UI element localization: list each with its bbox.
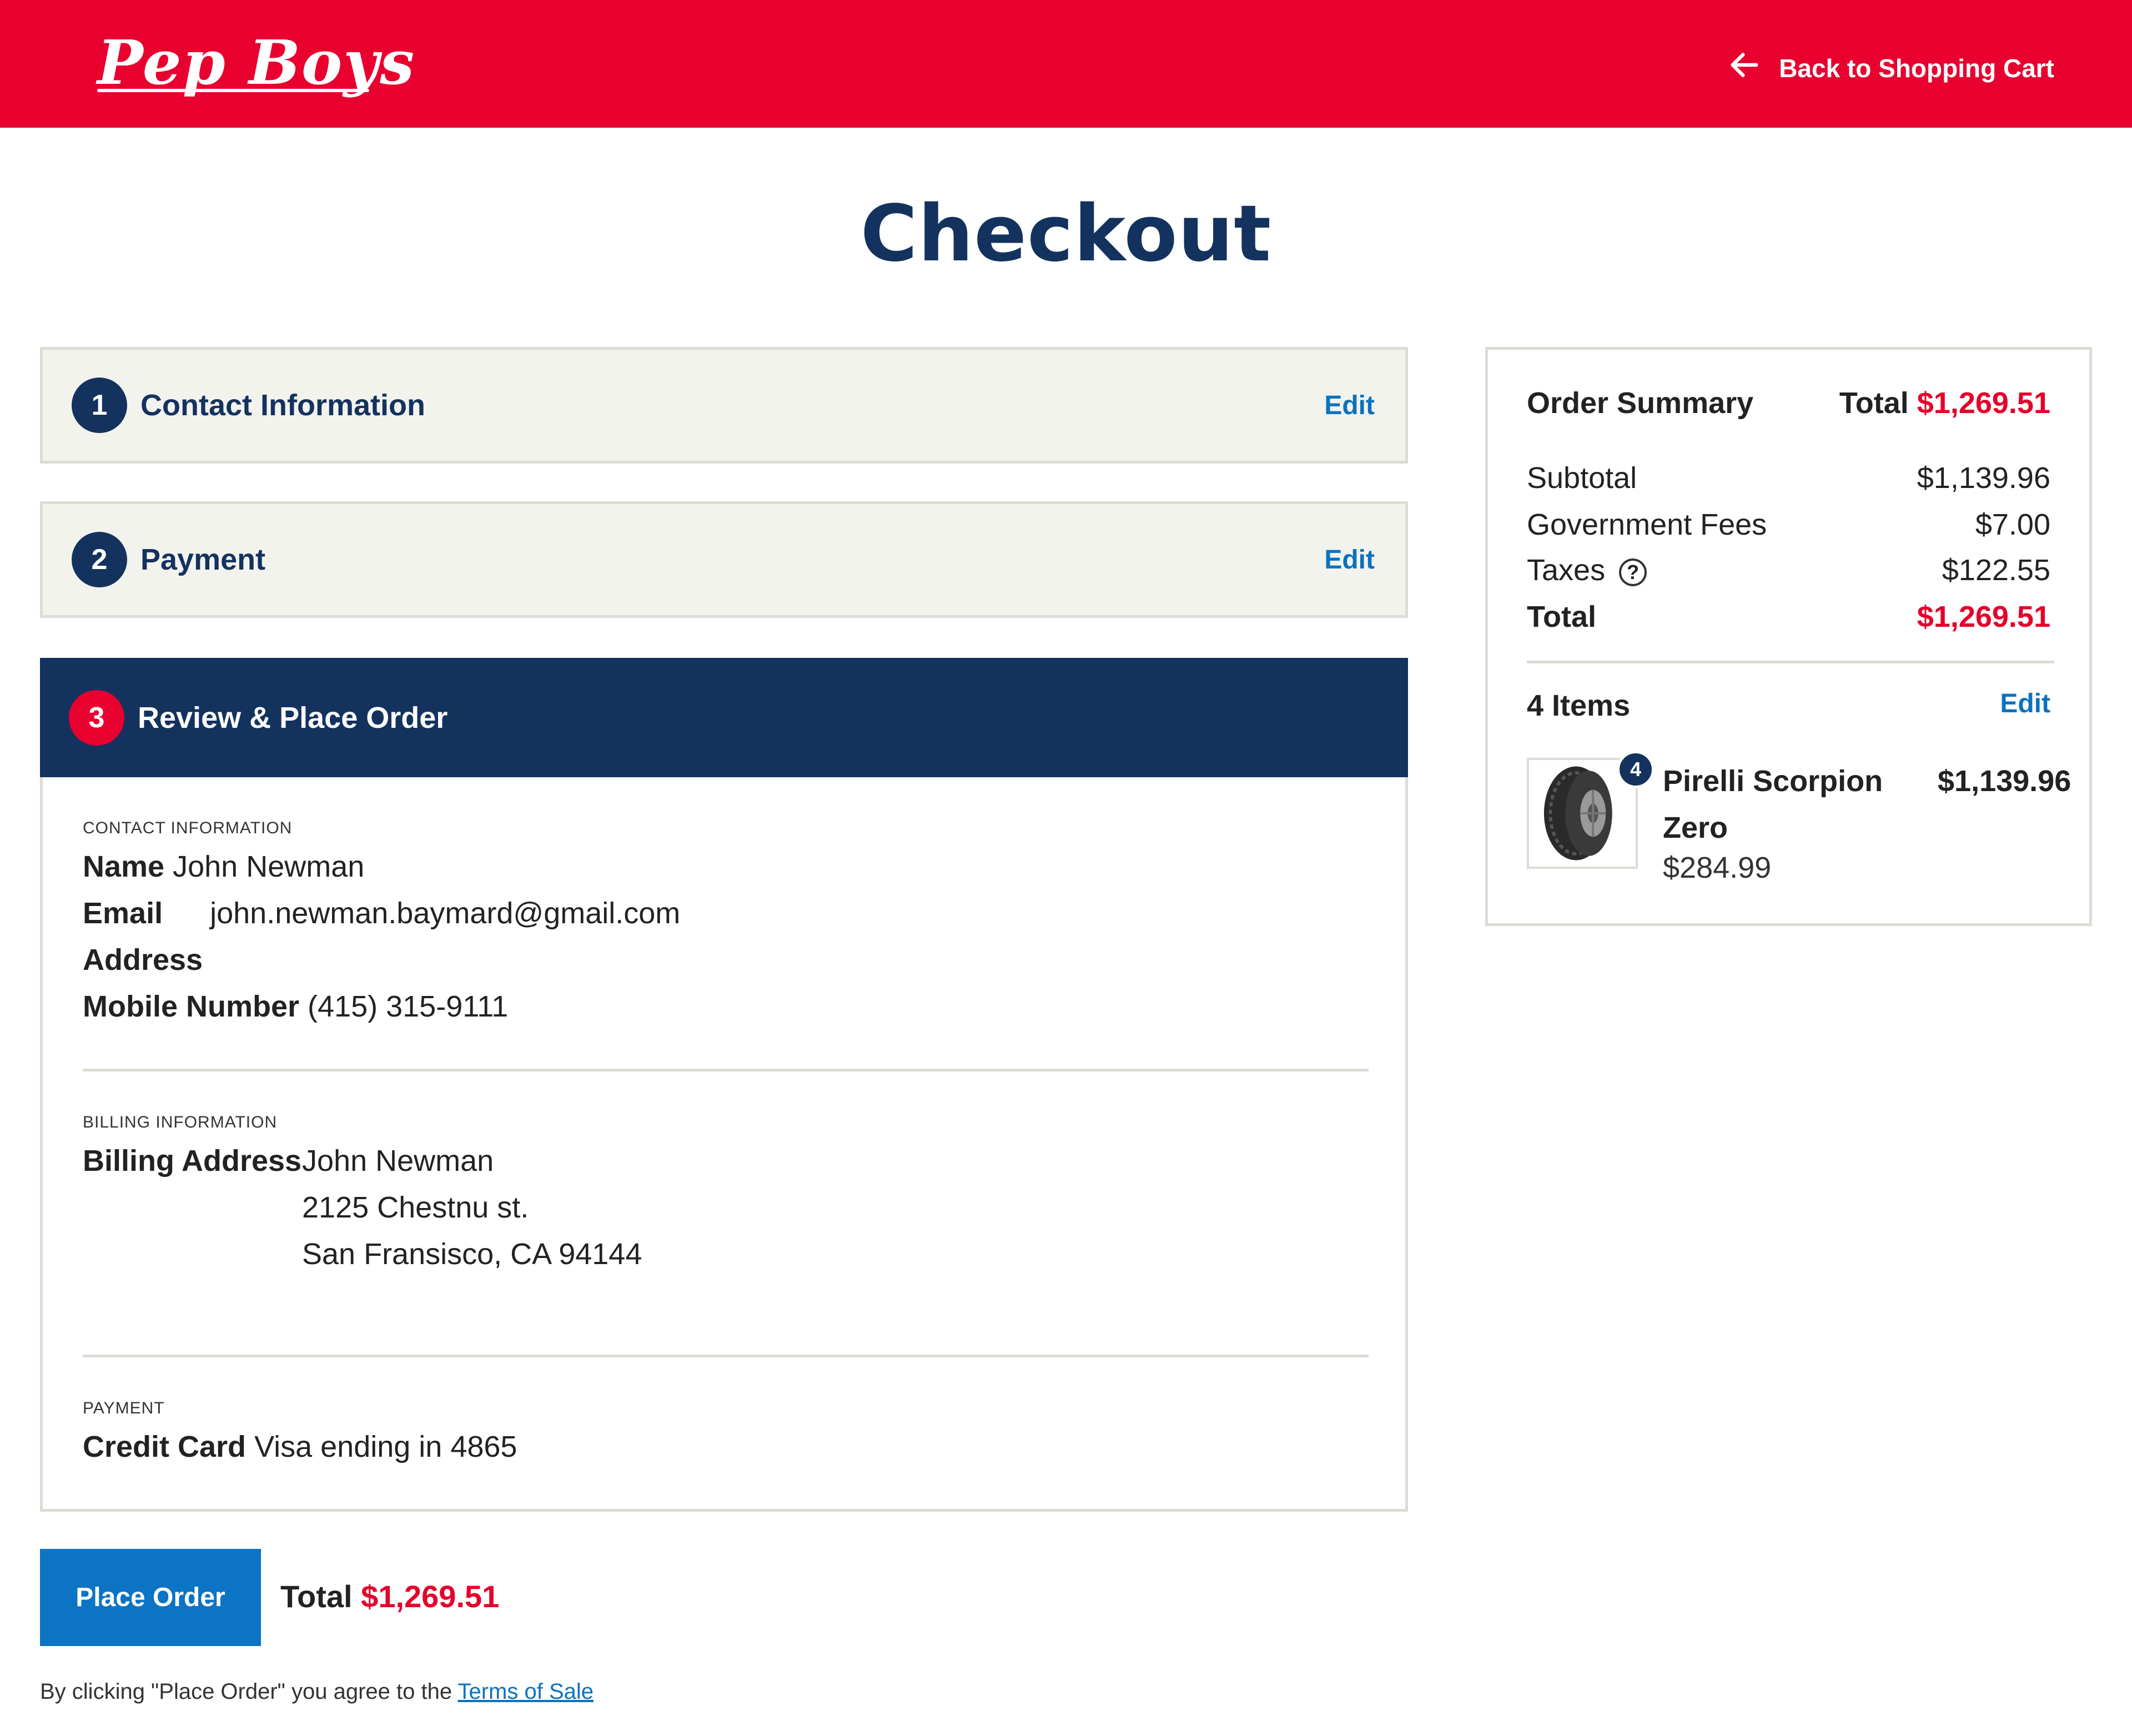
taxes-label: Taxes ? <box>1527 553 1647 587</box>
review-panel: 3 Review & Place Order CONTACT INFORMATI… <box>40 658 1408 1512</box>
divider <box>83 1069 1369 1071</box>
mobile-value: (415) 315-9111 <box>308 990 509 1023</box>
item-unit-price: $284.99 <box>1663 851 1772 884</box>
billing-address-label: Billing Address <box>83 1144 302 1178</box>
summary-header: Order Summary Total $1,269.51 <box>1527 386 2050 420</box>
billing-line: 2125 Chestnu st. <box>302 1191 529 1224</box>
step-title: Payment <box>140 543 266 576</box>
mobile-line: Mobile Number (415) 315-9111 <box>83 989 508 1024</box>
place-order-button[interactable]: Place Order <box>40 1549 261 1646</box>
help-icon[interactable]: ? <box>1619 558 1647 586</box>
step-payment: 2 Payment Edit <box>40 501 1408 618</box>
item-name[interactable]: Pirelli Scorpion Zero <box>1663 758 1907 851</box>
terms-notice: By clicking "Place Order" you agree to t… <box>40 1679 594 1704</box>
site-header: Pep Boys Back to Shopping Cart <box>0 0 2132 128</box>
step-title: Review & Place Order <box>138 701 448 734</box>
back-to-cart-link[interactable]: Back to Shopping Cart <box>1727 47 2054 89</box>
card-label: Credit Card <box>83 1430 247 1463</box>
address-label: Address <box>83 943 203 977</box>
subtotal-row: Subtotal $1,139.96 <box>1527 461 2050 495</box>
item-line-price: $1,139.96 <box>1938 764 2071 798</box>
divider <box>1527 661 2054 663</box>
fees-row: Government Fees $7.00 <box>1527 508 2050 541</box>
card-line: Credit Card Visa ending in 4865 <box>83 1430 517 1464</box>
taxes-row: Taxes ? $122.55 <box>1527 553 2050 587</box>
name-label: Name <box>83 850 165 883</box>
items-row: 4 Items Edit <box>1527 688 2050 723</box>
step-review-header: 3 Review & Place Order <box>40 658 1408 777</box>
step-title: Contact Information <box>140 389 425 422</box>
billing-line: San Fransisco, CA 94144 <box>302 1237 642 1271</box>
bottom-total-value: $1,269.51 <box>361 1579 500 1614</box>
items-count: 4 Items <box>1527 689 1631 722</box>
step-number: 1 <box>72 378 127 433</box>
payment-section-label: PAYMENT <box>83 1399 165 1417</box>
divider <box>83 1355 1369 1357</box>
step-contact-information: 1 Contact Information Edit <box>40 347 1408 464</box>
grand-total-row: Total $1,269.51 <box>1527 600 2050 633</box>
terms-text: By clicking "Place Order" you agree to t… <box>40 1679 452 1704</box>
mobile-label: Mobile Number <box>83 990 300 1023</box>
edit-contact-button[interactable]: Edit <box>1324 390 1375 421</box>
step-number: 2 <box>72 532 127 587</box>
page-title: Checkout <box>860 189 1272 279</box>
pep-boys-logo[interactable]: Pep Boys <box>97 27 415 98</box>
name-line: Name John Newman <box>83 849 364 884</box>
edit-payment-button[interactable]: Edit <box>1324 545 1375 575</box>
email-value: john.newman.baymard@gmail.com <box>210 897 681 930</box>
summary-title: Order Summary <box>1527 386 1754 420</box>
bottom-total: Total $1,269.51 <box>280 1578 499 1614</box>
back-to-cart-label: Back to Shopping Cart <box>1779 53 2054 83</box>
card-value: Visa ending in 4865 <box>254 1430 517 1463</box>
arrow-left-icon <box>1727 47 1779 89</box>
summary-header-total: Total $1,269.51 <box>1839 386 2050 420</box>
email-line: Email john.newman.baymard@gmail.com <box>83 896 680 930</box>
email-label: Email <box>83 897 163 930</box>
address-line: Address <box>83 943 203 977</box>
billing-line: John Newman <box>302 1144 494 1178</box>
order-summary-panel: Order Summary Total $1,269.51 Subtotal $… <box>1485 347 2092 926</box>
contact-section-label: CONTACT INFORMATION <box>83 819 293 837</box>
logo-underline <box>97 89 369 92</box>
step-number: 3 <box>69 690 124 746</box>
bottom-total-label: Total <box>280 1579 353 1614</box>
edit-items-button[interactable]: Edit <box>2000 688 2050 723</box>
quantity-badge: 4 <box>1617 751 1655 788</box>
name-value: John Newman <box>173 850 365 883</box>
terms-of-sale-link[interactable]: Terms of Sale <box>457 1679 594 1704</box>
billing-section-label: BILLING INFORMATION <box>83 1113 278 1131</box>
